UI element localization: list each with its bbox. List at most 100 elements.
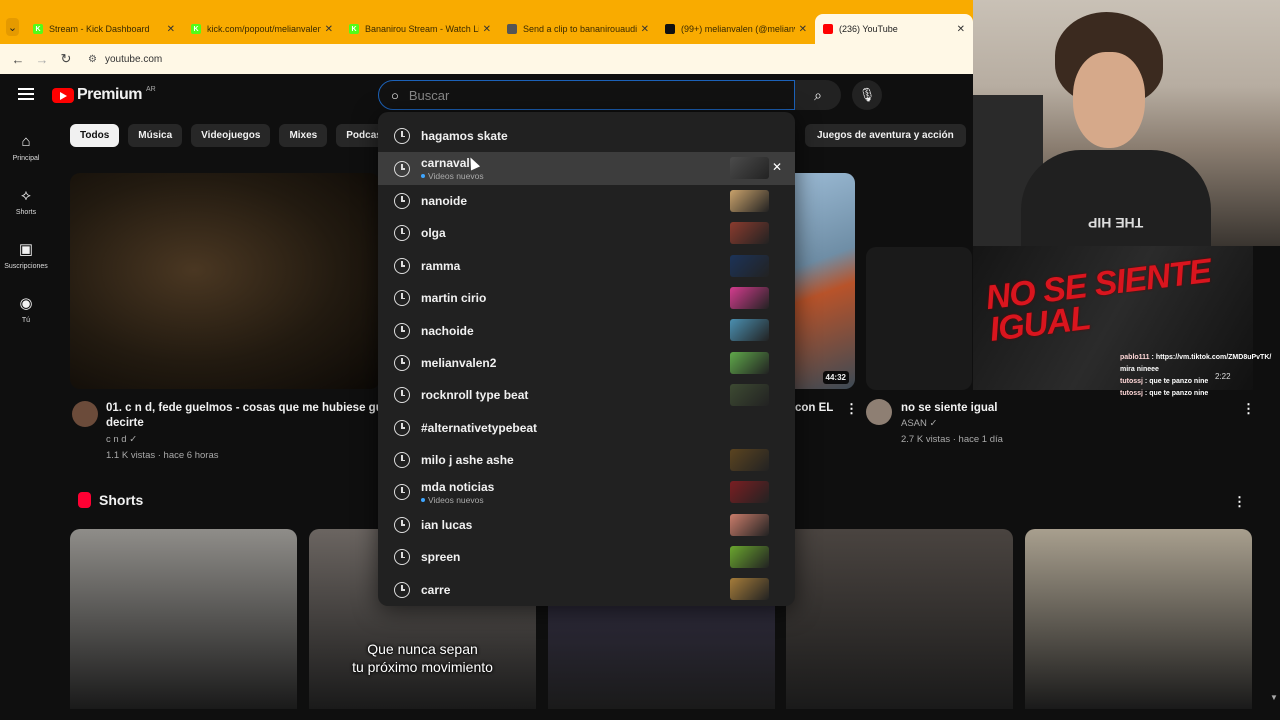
browser-tab[interactable]: Send a clip to bananirouaudios ✕ (499, 14, 657, 44)
close-tab-icon[interactable]: ✕ (641, 24, 649, 35)
reload-icon[interactable]: ↻ (56, 51, 76, 67)
remove-icon[interactable]: ✕ (772, 160, 782, 174)
suggestion-text-block: nachoide (421, 324, 474, 338)
history-icon (394, 290, 410, 307)
suggestion-item[interactable]: hagamos skate (378, 120, 795, 152)
filter-chip[interactable]: Mixes (279, 124, 328, 147)
suggestion-thumbnail (730, 351, 769, 374)
channel-avatar[interactable] (72, 401, 98, 427)
video-title-line2[interactable]: decirte (106, 416, 144, 431)
tab-favicon-icon (507, 24, 517, 34)
short-thumbnail[interactable] (786, 529, 1013, 709)
webcam-overlay: THE HIP (973, 0, 1280, 246)
chat-text: que te panzo nine (1149, 378, 1209, 385)
channel-name[interactable]: ASAN ✓ (901, 416, 937, 432)
search-box: ○ (378, 80, 795, 110)
more-options-icon[interactable]: ⋮ (845, 401, 858, 417)
browser-tab[interactable]: (236) YouTube ✕ (815, 14, 973, 44)
suggestion-text: spreen (421, 550, 461, 565)
chat-message: pablo111 : https://vm.tiktok.com/ZMD8uPv… (1120, 352, 1280, 376)
url-field[interactable]: ⚙ youtube.com (88, 54, 162, 65)
suggestion-item[interactable]: olga (378, 217, 795, 249)
brand-label: Premium (77, 86, 142, 103)
suggestion-item[interactable]: rocknroll type beat (378, 379, 795, 411)
voice-search-button[interactable]: 🎙 (852, 80, 882, 110)
sidebar-item[interactable]: ▣ Suscripciones (0, 228, 52, 282)
video-thumbnail[interactable] (70, 173, 380, 389)
subscriptions-icon: ▣ (18, 241, 34, 258)
suggestion-item[interactable]: nachoide (378, 314, 795, 346)
suggestion-thumbnail (730, 189, 769, 212)
browser-tab[interactable]: Kkick.com/popout/melianvalen/ ✕ (183, 14, 341, 44)
region-label: AR (145, 85, 156, 93)
short-thumbnail[interactable] (1025, 529, 1252, 709)
suggestion-item[interactable]: carre (378, 573, 795, 605)
tab-title: kick.com/popout/melianvalen/ (207, 24, 321, 34)
youtube-play-icon (52, 87, 74, 103)
more-options-icon[interactable]: ⋮ (1242, 401, 1255, 417)
channel-avatar[interactable] (866, 399, 892, 425)
suggestion-subtext: Videos nuevos (421, 171, 484, 181)
history-icon (394, 354, 410, 371)
search-button[interactable]: ⌕ (795, 80, 841, 110)
url-text: youtube.com (104, 53, 163, 65)
menu-icon[interactable] (18, 88, 34, 103)
browser-tab[interactable]: K Bananirou Stream - Watch Live ✕ (341, 14, 499, 44)
more-options-icon[interactable]: ⋮ (1233, 494, 1246, 510)
video-thumbnail[interactable] (866, 247, 972, 390)
channel-name[interactable]: c n d ✓ (106, 432, 137, 448)
search-input[interactable] (408, 87, 749, 103)
history-icon (394, 581, 410, 598)
close-tab-icon[interactable]: ✕ (167, 24, 175, 35)
filter-chip[interactable]: Todos (70, 124, 120, 147)
back-icon[interactable]: ← (8, 52, 28, 67)
suggestion-item[interactable]: mda noticias Videos nuevos (378, 476, 795, 508)
suggestion-thumbnail (730, 481, 769, 504)
video-title[interactable]: no se siente igual (901, 401, 998, 416)
close-tab-icon[interactable]: ✕ (483, 24, 491, 35)
close-tab-icon[interactable]: ✕ (325, 24, 333, 35)
suggestion-item[interactable]: carnaval Videos nuevos ✕ (378, 152, 795, 185)
suggestion-item[interactable]: nanoide (378, 185, 795, 217)
suggestion-item[interactable]: martin cirio (378, 282, 795, 314)
browser-tab[interactable]: (99+) melianvalen (@melianval ✕ (657, 14, 815, 44)
tab-search-icon[interactable]: ⌄ (6, 18, 19, 36)
suggestion-text-block: rocknroll type beat (421, 388, 528, 402)
filter-chip[interactable]: Videojuegos (191, 124, 271, 147)
suggestion-thumbnail (730, 157, 769, 180)
browser-tab[interactable]: K Stream - Kick Dashboard ✕ (25, 14, 183, 44)
forward-icon[interactable]: → (32, 52, 52, 67)
video-title[interactable]: 01. c n d, fede guelmos - cosas que me h… (106, 401, 381, 416)
suggestion-text-block: martin cirio (421, 291, 486, 305)
verified-icon: ✓ (929, 418, 938, 429)
video-thumbnail[interactable]: 44:32 (795, 173, 855, 389)
chip-adventure-games[interactable]: Juegos de aventura y acción (805, 124, 966, 147)
suggestion-item[interactable]: ramma (378, 250, 795, 282)
suggestion-item[interactable]: ian lucas (378, 509, 795, 541)
suggestion-text: ian lucas (421, 517, 473, 532)
filter-chip[interactable]: Música (128, 124, 183, 147)
history-icon (394, 387, 410, 404)
chat-username: pablo111 (1120, 354, 1150, 361)
streamer-face (1073, 52, 1145, 148)
sidebar-item[interactable]: ⟡ Shorts (0, 174, 52, 228)
chat-text: que te panzo nine (1149, 390, 1209, 397)
filter-chips: Todos Música Videojuegos Mixes Podcasts (70, 124, 410, 147)
shorts-icon: ⟡ (21, 186, 31, 204)
history-icon (394, 516, 410, 533)
scroll-down-icon[interactable]: ▼ (1270, 693, 1278, 702)
suggestion-item[interactable]: #alternativetypebeat (378, 412, 795, 444)
video-title[interactable]: con EL (795, 401, 833, 416)
sidebar-item[interactable]: ⌂ Principal (0, 120, 52, 174)
suggestion-item[interactable]: melianvalen2 (378, 347, 795, 379)
close-tab-icon[interactable]: ✕ (957, 24, 965, 35)
close-tab-icon[interactable]: ✕ (799, 24, 807, 35)
suggestion-item[interactable]: milo j ashe ashe (378, 444, 795, 476)
new-dot-icon (421, 174, 425, 179)
short-thumbnail[interactable] (70, 529, 297, 709)
suggestion-item[interactable]: spreen (378, 541, 795, 573)
youtube-logo[interactable]: Premium AR (52, 86, 156, 104)
sidebar-item[interactable]: ◉ Tú (0, 282, 52, 336)
site-info-icon[interactable]: ⚙ (88, 54, 97, 65)
channel-name-text: ASAN (901, 418, 927, 429)
